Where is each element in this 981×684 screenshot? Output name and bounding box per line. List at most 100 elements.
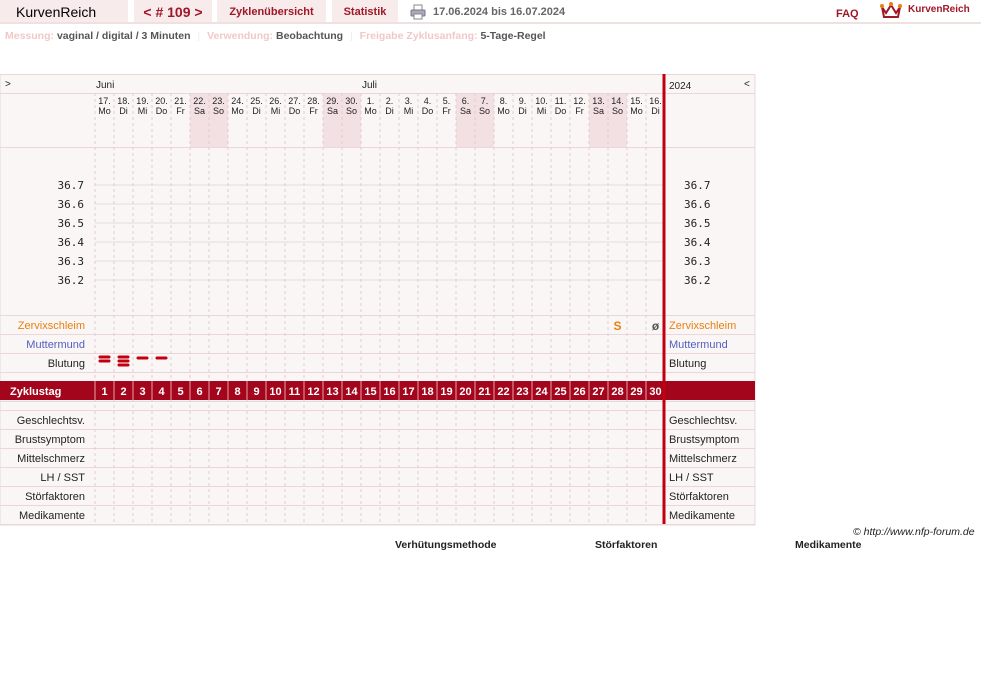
date-range: 17.06.2024 bis 16.07.2024 [433,6,566,18]
day-weekday: Fr [575,106,584,116]
row-label-right: Störfaktoren [669,491,729,503]
cycle-day-number: 28 [611,386,623,398]
day-date: 18. [117,96,130,106]
day-weekday: Mo [497,106,510,116]
top-bar: KurvenReich < # 109 > Zyklenübersicht St… [0,0,981,24]
legend-contraception: Verhütungsmethode [395,539,497,551]
crown-logo-icon [880,2,902,18]
day-date: 27. [288,96,301,106]
temp-label-left: 36.3 [58,255,85,268]
cycle-day-number: 21 [478,386,490,398]
row-label-right: LH / SST [669,472,714,484]
day-weekday: Di [651,106,660,116]
freigabe-value: 5-Tage-Regel [480,30,546,42]
temp-label-left: 36.4 [58,236,85,249]
cycle-day-number: 7 [215,386,221,398]
bleeding-mark [117,359,130,363]
cycle-day-number: 14 [345,386,358,398]
day-date: 16. [649,96,662,106]
legend-medication: Medikamente [795,539,862,551]
cycle-day-number: 25 [554,386,566,398]
day-date: 8. [500,96,508,106]
cervix-mark: S [613,319,621,333]
day-date: 14. [611,96,624,106]
day-weekday: Mo [364,106,377,116]
cycle-day-number: 26 [573,386,585,398]
day-weekday: Di [385,106,394,116]
cycle-day-number: 24 [535,386,548,398]
day-weekday: Fr [442,106,451,116]
cycle-day-number: 15 [364,386,376,398]
tab-cycle-overview[interactable]: Zyklenübersicht [217,0,326,22]
day-weekday: Mo [231,106,244,116]
day-weekday: Di [518,106,527,116]
printer-icon[interactable] [410,4,426,20]
day-date: 17. [98,96,111,106]
day-date: 15. [630,96,643,106]
cycle-day-number: 13 [326,386,338,398]
day-weekday: So [213,106,224,116]
day-date: 9. [519,96,527,106]
cycle-navigator[interactable]: < # 109 > [134,0,212,22]
day-date: 12. [573,96,586,106]
row-label-left: Geschlechtsv. [17,415,85,427]
day-date: 3. [405,96,413,106]
row-label-left: Störfaktoren [25,491,85,503]
temp-label-left: 36.2 [58,274,85,287]
bleeding-mark [98,355,111,359]
bleeding-mark [117,363,130,367]
row-label-left: Medikamente [19,510,85,522]
row-label-right: Muttermund [669,339,728,351]
day-weekday: Mo [98,106,111,116]
month-label: Juni [96,80,114,91]
day-weekday: Do [156,106,168,116]
day-date: 13. [592,96,605,106]
day-weekday: So [479,106,490,116]
cycle-day-number: 4 [158,386,165,398]
temp-label-right: 36.5 [684,217,711,230]
bleeding-mark [98,359,111,363]
bleeding-mark [155,356,168,360]
chart-background [0,74,756,526]
day-date: 4. [424,96,432,106]
temp-label-right: 36.6 [684,198,711,211]
cycle-day-number: 10 [269,386,281,398]
cervix-mark: ø [652,319,660,333]
cycle-day-number: 18 [421,386,433,398]
day-weekday: So [346,106,357,116]
legend-disturbances: Störfaktoren [595,539,658,551]
day-date: 25. [250,96,263,106]
day-weekday: Mo [630,106,643,116]
row-label-left: Muttermund [26,339,85,351]
cycle-day-number: 9 [253,386,259,398]
row-label-right: Medikamente [669,510,735,522]
cycle-day-number: 6 [196,386,202,398]
day-date: 7. [481,96,489,106]
scroll-right-button: < [744,79,750,90]
day-date: 28. [307,96,320,106]
day-weekday: Mi [537,106,547,116]
app-title: KurvenReich [0,0,128,22]
faq-link[interactable]: FAQ [836,2,859,26]
day-weekday: Mi [271,106,281,116]
cycle-day-number: 29 [630,386,642,398]
verwendung-value: Beobachtung [275,30,344,42]
day-weekday: Do [422,106,434,116]
messung-value: vaginal / digital / 3 Minuten [56,30,191,42]
day-date: 21. [174,96,187,106]
day-date: 29. [326,96,339,106]
logo-text: KurvenReich [908,4,970,15]
row-label-right: Zervixschleim [669,320,736,332]
row-label-left: Zervixschleim [18,320,85,332]
day-date: 24. [231,96,244,106]
tab-statistics[interactable]: Statistik [332,0,398,22]
cycle-day-number: 19 [440,386,452,398]
bleeding-mark [136,356,149,360]
day-date: 1. [367,96,375,106]
cycle-day-number: 16 [383,386,395,398]
row-label-left: Mittelschmerz [17,453,85,465]
measurement-info: Messung: vaginal / digital / 3 Minuten |… [5,30,546,42]
day-weekday: Fr [176,106,185,116]
day-date: 6. [462,96,470,106]
temp-label-left: 36.7 [58,179,85,192]
